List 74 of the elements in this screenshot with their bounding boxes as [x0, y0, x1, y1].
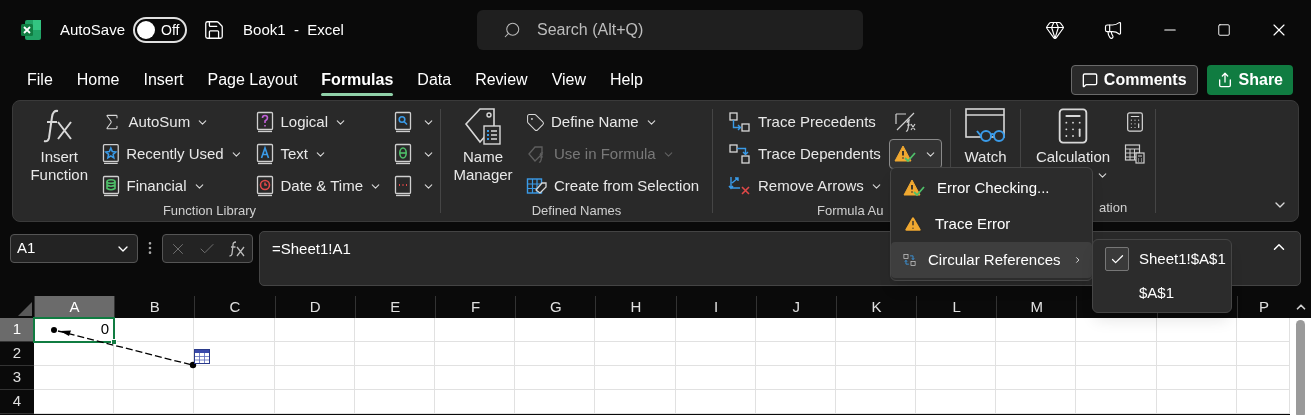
comments-button[interactable]: Comments: [1070, 65, 1198, 95]
sheet-calculator-icon: [1124, 143, 1146, 165]
ribbon-button[interactable]: AutoSum: [97, 107, 248, 137]
fill-handle[interactable]: [111, 339, 118, 345]
error-checking-icon: [894, 144, 916, 164]
tag-icon: [526, 112, 545, 132]
group-label: ation: [1099, 198, 1128, 217]
group-label: Defined Names: [531, 202, 622, 220]
spreadsheet-logo: [20, 19, 42, 41]
megaphone-icon[interactable]: [1103, 20, 1123, 40]
share-icon: [1216, 72, 1233, 88]
clock-book-icon: [256, 175, 275, 197]
error-checking-icon: [903, 178, 925, 198]
ribbon-tab[interactable]: Data: [408, 62, 461, 98]
ribbon-large-button[interactable]: Insert Function: [25, 105, 94, 201]
ribbon-button[interactable]: Financial: [97, 171, 248, 201]
ribbon-tab[interactable]: Review: [466, 62, 537, 98]
question-book-icon: [256, 111, 275, 133]
autosave-label: AutoSave: [60, 19, 126, 40]
ribbon-icon-button[interactable]: [889, 139, 942, 169]
name-manager-icon: [462, 106, 504, 146]
select-all-corner[interactable]: [18, 302, 32, 316]
gem-icon[interactable]: [1045, 20, 1065, 40]
ribbon-button[interactable]: Trace Precedents: [723, 107, 889, 137]
ribbon-tab[interactable]: Home: [67, 62, 129, 98]
ribbon-large-button[interactable]: Name Manager: [445, 105, 521, 201]
theta-book-icon: [394, 143, 412, 165]
maximize-icon[interactable]: [1217, 23, 1231, 37]
ribbon-tab[interactable]: File: [18, 62, 62, 98]
ribbon-button[interactable]: Remove Arrows: [723, 171, 889, 201]
trace-precedents-icon: [728, 111, 752, 133]
function-icon[interactable]: [228, 240, 247, 257]
show-formulas-icon: [894, 111, 918, 133]
ribbon-tab[interactable]: Formulas: [312, 62, 403, 98]
ribbon-button[interactable]: Define Name: [521, 107, 705, 137]
worksheet-icon: [194, 349, 210, 364]
calculator-icon: [1124, 111, 1146, 133]
ribbon-button[interactable]: Text: [251, 139, 387, 169]
ribbon-tab[interactable]: Page Layout: [198, 62, 307, 98]
menu-item[interactable]: Circular References: [891, 242, 1092, 278]
ribbon-button[interactable]: Create from Selection: [521, 171, 705, 201]
ribbon-button[interactable]: Date & Time: [251, 171, 387, 201]
ribbon-button[interactable]: Trace Dependents: [723, 139, 889, 169]
warning-icon: [903, 214, 923, 234]
menu-item[interactable]: Sheet1!$A$1: [1093, 242, 1231, 276]
ribbon-button[interactable]: Recently Used: [97, 139, 248, 169]
comment-icon: [1081, 72, 1098, 88]
table-tag-icon: [526, 176, 548, 196]
letter-book-icon: [256, 143, 275, 165]
share-button[interactable]: Share: [1206, 65, 1293, 95]
ribbon-tab[interactable]: Help: [601, 62, 652, 98]
ribbon-tab[interactable]: Insert: [134, 62, 193, 98]
toggle-thumb: [137, 21, 156, 39]
search-field[interactable]: Search (Alt+Q): [477, 10, 863, 50]
search-icon: [503, 21, 521, 39]
scrollbar-thumb[interactable]: [1296, 320, 1305, 415]
database-book-icon: [102, 175, 121, 197]
window-title: Book1 - Excel: [243, 19, 344, 40]
name-box[interactable]: A1: [10, 234, 138, 263]
table-cell: 0: [34, 318, 115, 342]
row-header[interactable]: 2: [0, 342, 34, 366]
trace-dependents-icon: [728, 143, 752, 165]
ribbon-tab[interactable]: View: [542, 62, 595, 98]
save-icon[interactable]: [203, 19, 226, 41]
row-header[interactable]: 1: [0, 318, 34, 342]
remove-arrows-icon: [728, 175, 752, 197]
group-label: Function Library: [162, 202, 257, 220]
autosave-toggle[interactable]: Off: [133, 17, 188, 43]
magnifier-book-icon: [394, 111, 412, 133]
ribbon-button[interactable]: Logical: [251, 107, 387, 137]
star-book-icon: [102, 143, 121, 165]
dots-book-icon: [394, 175, 412, 197]
group-label: Formula Au: [817, 202, 884, 220]
column-header[interactable]: A: [34, 296, 115, 318]
